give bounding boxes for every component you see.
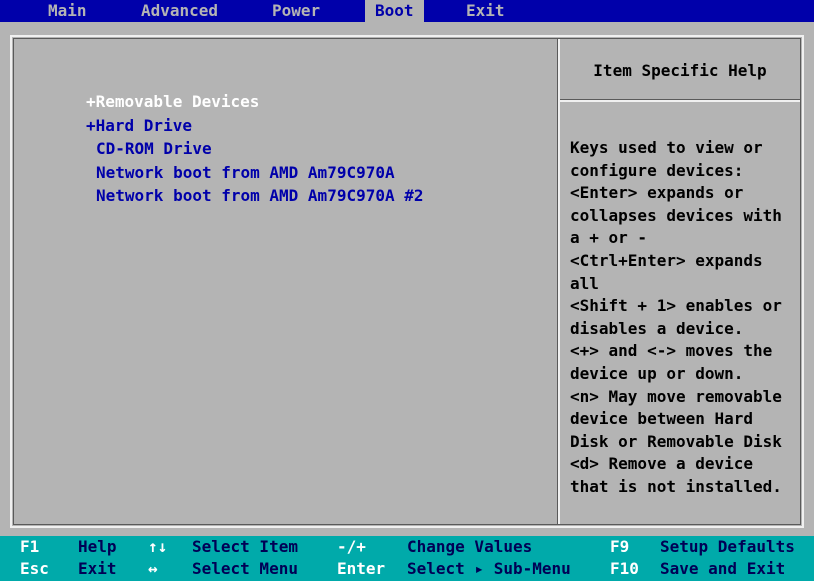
panel-divider	[557, 39, 560, 524]
enter-key: Enter	[337, 559, 386, 578]
help-line: Disk or Removable Disk	[570, 431, 782, 451]
help-line: <+> and <-> moves the	[570, 341, 773, 361]
up-down-arrows-key: ↑↓	[148, 537, 168, 556]
exit-desc: Exit	[78, 559, 117, 578]
main-panel: Item Specific Help +Removable Devices +H…	[10, 35, 804, 528]
save-and-exit-desc: Save and Exit	[660, 559, 786, 578]
change-values-desc: Change Values	[407, 537, 533, 556]
select-menu-desc: Select Menu	[192, 559, 298, 578]
esc-key: Esc	[20, 559, 49, 578]
setup-defaults-desc: Setup Defaults	[660, 537, 795, 556]
help-line: collapses devices with	[570, 205, 782, 225]
help-line: configure devices:	[570, 160, 744, 180]
bios-screen: Main Advanced Power Boot Exit Item Speci…	[0, 0, 814, 581]
boot-item-removable-devices[interactable]: +Removable Devices	[86, 90, 424, 114]
help-text: Keys used to view or configure devices: …	[570, 137, 806, 499]
f10-key: F10	[610, 559, 639, 578]
help-line: <Enter> expands or	[570, 183, 744, 203]
help-line: that is not installed.	[570, 476, 782, 496]
help-line: <Shift + 1> enables or	[570, 296, 782, 316]
key-help-bar: F1 Help ↑↓ Select Item -/+ Change Values…	[0, 536, 814, 581]
f1-desc: Help	[78, 537, 117, 556]
boot-item-hard-drive[interactable]: +Hard Drive	[86, 114, 424, 138]
menu-boot[interactable]: Boot	[365, 0, 424, 22]
help-line: disables a device.	[570, 318, 744, 338]
help-line: Keys used to view or	[570, 138, 763, 157]
f9-key: F9	[610, 537, 630, 556]
f1-key: F1	[20, 537, 40, 556]
menu-power[interactable]: Power	[272, 0, 320, 22]
help-line: device between Hard	[570, 409, 754, 429]
menu-exit[interactable]: Exit	[466, 0, 505, 22]
help-line: <d> Remove a device	[570, 454, 754, 474]
boot-item-network-boot-1[interactable]: Network boot from AMD Am79C970A	[86, 161, 424, 185]
select-item-desc: Select Item	[192, 537, 298, 556]
main-panel-inner: Item Specific Help +Removable Devices +H…	[13, 38, 801, 525]
help-title: Item Specific Help	[593, 61, 767, 80]
help-line: a + or -	[570, 228, 648, 248]
left-right-arrows-key: ↔	[148, 559, 158, 578]
help-line: <n> May move removable	[570, 386, 782, 406]
boot-item-network-boot-2[interactable]: Network boot from AMD Am79C970A #2	[86, 184, 424, 208]
plus-minus-key: -/+	[337, 537, 366, 556]
menu-main[interactable]: Main	[48, 0, 87, 22]
menu-advanced[interactable]: Advanced	[141, 0, 218, 22]
help-title-separator	[560, 99, 800, 102]
help-line: <Ctrl+Enter> expands	[570, 250, 763, 270]
boot-item-cdrom-drive[interactable]: CD-ROM Drive	[86, 137, 424, 161]
menu-bar: Main Advanced Power Boot Exit	[0, 0, 814, 22]
boot-order-list: +Removable Devices +Hard Drive CD-ROM Dr…	[86, 90, 424, 208]
select-submenu-desc: Select ▸ Sub-Menu	[407, 559, 571, 578]
help-line: device up or down.	[570, 363, 744, 383]
help-line: all	[570, 273, 599, 293]
